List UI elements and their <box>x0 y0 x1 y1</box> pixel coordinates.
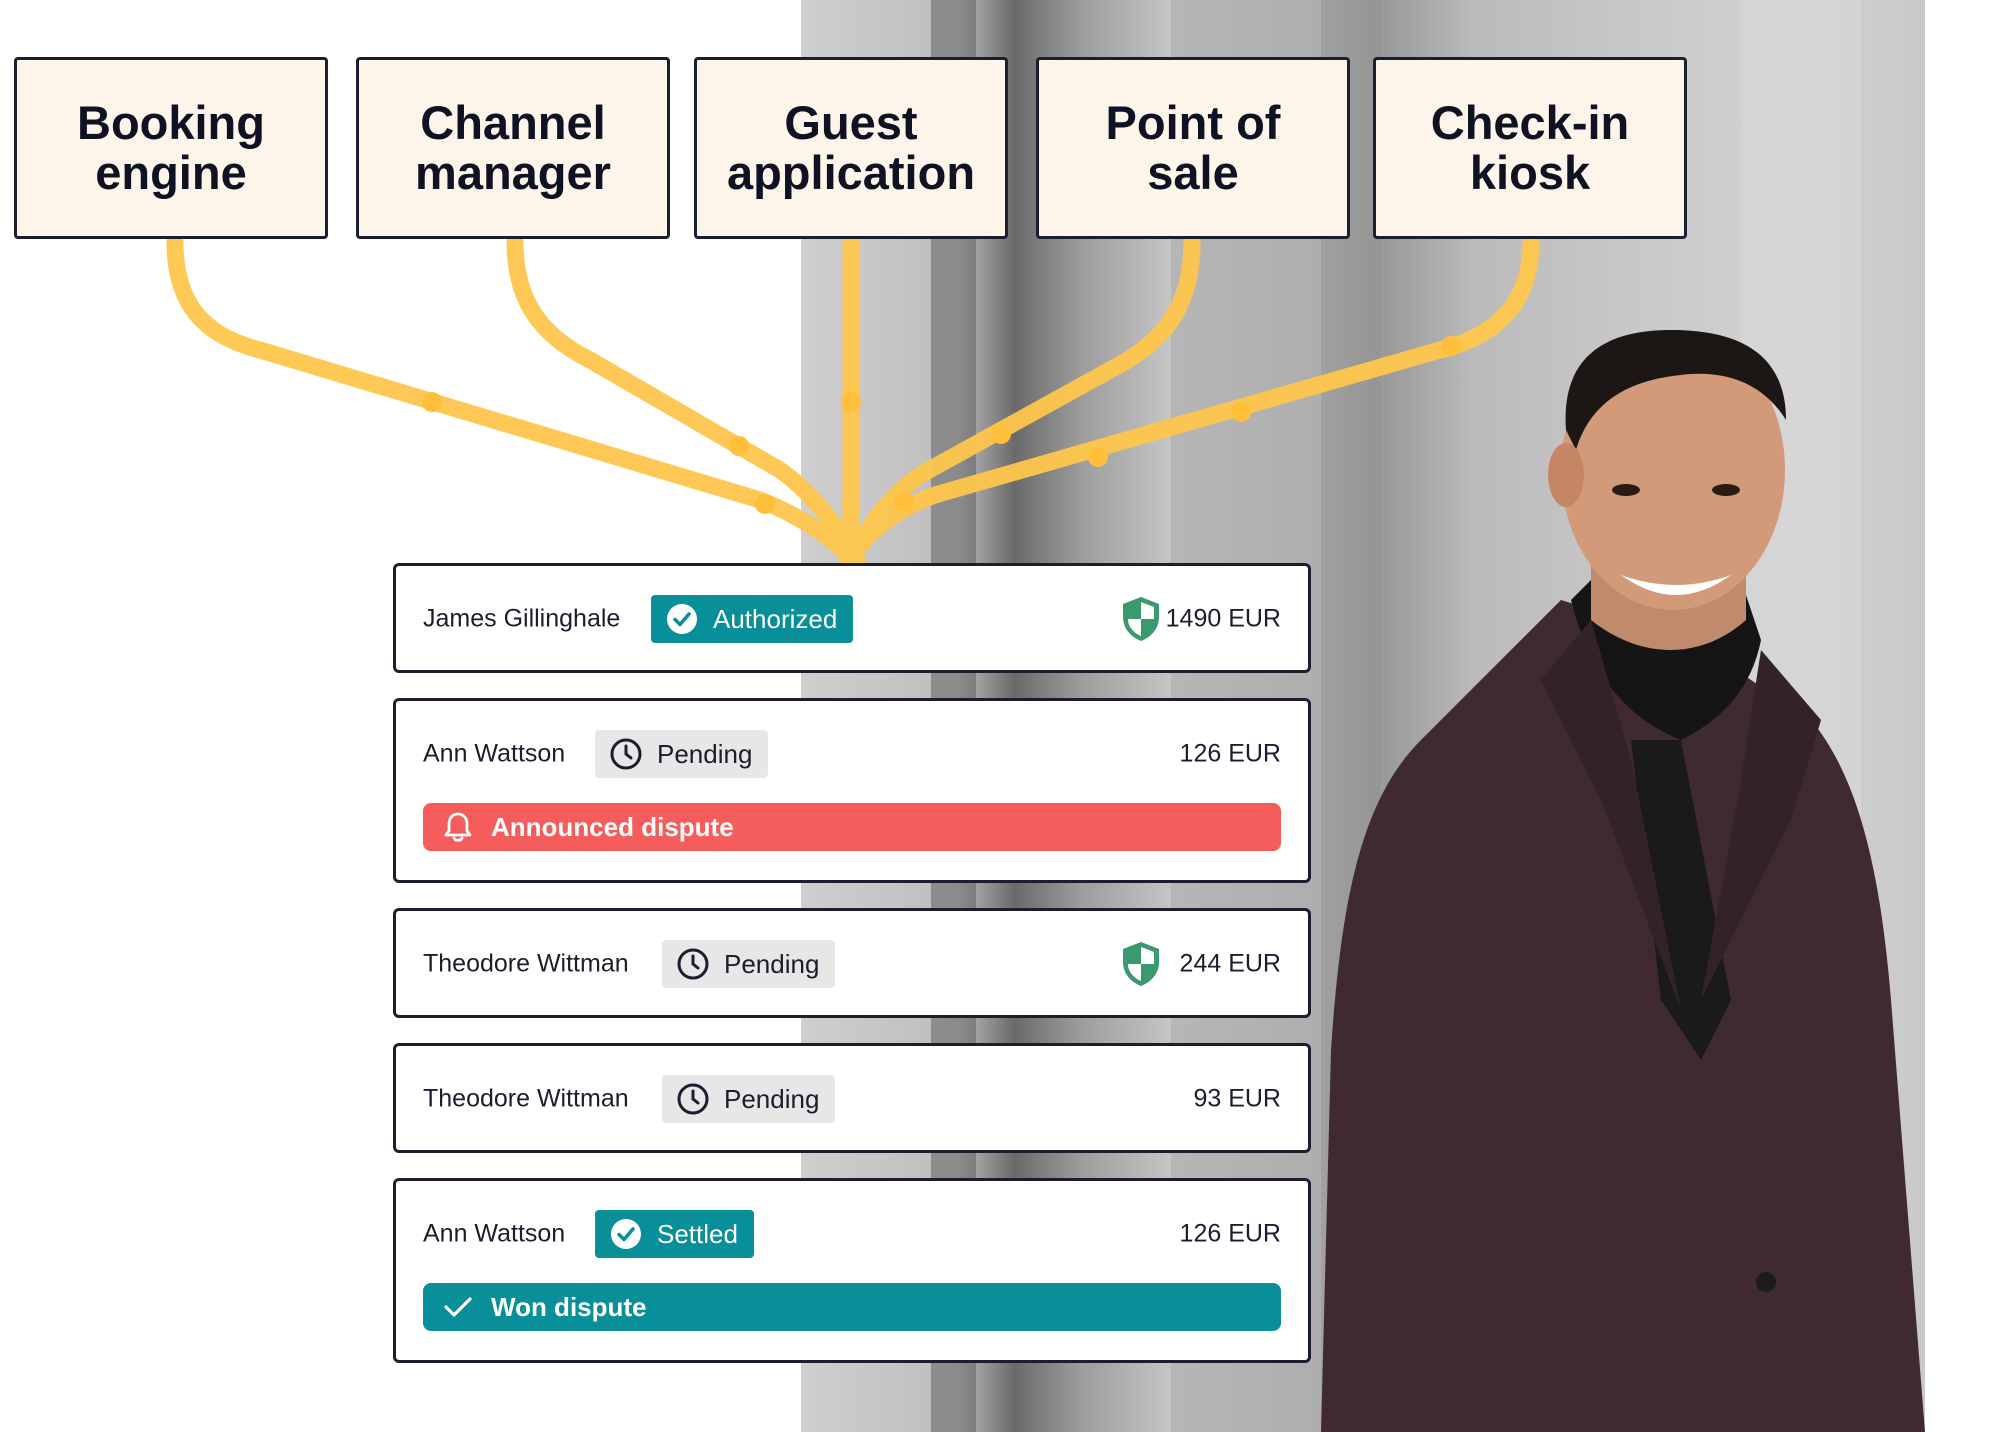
shield-icon <box>1123 597 1159 641</box>
payment-card[interactable]: James Gillinghale Authorized 1490 EUR <box>393 563 1311 673</box>
dispute-alert[interactable]: Announced dispute <box>423 803 1281 851</box>
source-label: Booking engine <box>77 96 265 199</box>
status-badge: Pending <box>662 940 836 988</box>
check-circle-icon <box>667 604 697 634</box>
guest-name: James Gillinghale <box>423 604 621 633</box>
source-channel-manager: Channel manager <box>356 57 670 239</box>
connector-dot <box>755 494 775 514</box>
guest-name: Theodore Wittman <box>423 1084 629 1113</box>
status-label: Settled <box>657 1218 738 1249</box>
payment-card[interactable]: Theodore Wittman Pending 244 EUR <box>393 908 1311 1018</box>
connector-dot <box>991 424 1011 444</box>
source-label: Guest application <box>726 96 976 199</box>
source-label: Channel manager <box>415 96 611 199</box>
clock-icon <box>677 1083 709 1115</box>
connector-dot <box>1441 336 1461 356</box>
source-label: Check-in kiosk <box>1430 96 1630 199</box>
guest-name: Ann Wattson <box>423 1219 566 1248</box>
guest-name: Ann Wattson <box>423 739 566 768</box>
checkmark-icon <box>444 1297 472 1317</box>
status-label: Authorized <box>713 603 838 634</box>
source-point-of-sale: Point of sale <box>1036 57 1350 239</box>
clock-icon <box>677 948 709 980</box>
dispute-result[interactable]: Won dispute <box>423 1283 1281 1331</box>
payment-card[interactable]: Theodore Wittman Pending 93 EUR <box>393 1043 1311 1153</box>
connector-dot <box>1231 402 1251 422</box>
source-guest-application: Guest application <box>694 57 1008 239</box>
connector-dot <box>841 392 861 412</box>
amount: 126 EUR <box>1179 739 1281 768</box>
status-label: Pending <box>657 738 753 769</box>
amount: 93 EUR <box>1193 1084 1281 1113</box>
status-badge: Settled <box>595 1210 754 1258</box>
check-circle-icon <box>611 1219 641 1249</box>
connector-dot <box>422 392 442 412</box>
clock-icon <box>610 738 642 770</box>
status-badge: Authorized <box>651 595 854 643</box>
connector-dot <box>1088 447 1108 467</box>
status-badge: Pending <box>662 1075 836 1123</box>
status-label: Pending <box>724 948 820 979</box>
connector-dot <box>729 436 749 456</box>
payment-card[interactable]: Ann Wattson Settled 126 EUR Won dispute <box>393 1178 1311 1363</box>
bell-icon <box>444 812 472 842</box>
payment-card[interactable]: Ann Wattson Pending 126 EUR Announced di… <box>393 698 1311 883</box>
guest-name: Theodore Wittman <box>423 949 629 978</box>
amount: 1490 EUR <box>1165 604 1281 633</box>
amount: 244 EUR <box>1179 949 1281 978</box>
status-label: Pending <box>724 1083 820 1114</box>
source-check-in-kiosk: Check-in kiosk <box>1373 57 1687 239</box>
amount: 126 EUR <box>1179 1219 1281 1248</box>
connector-dot <box>894 492 914 512</box>
source-booking-engine: Booking engine <box>14 57 328 239</box>
status-badge: Pending <box>595 730 769 778</box>
shield-icon <box>1123 942 1159 986</box>
alert-label: Won dispute <box>491 1291 647 1322</box>
source-label: Point of sale <box>1105 96 1281 199</box>
alert-label: Announced dispute <box>491 811 734 842</box>
